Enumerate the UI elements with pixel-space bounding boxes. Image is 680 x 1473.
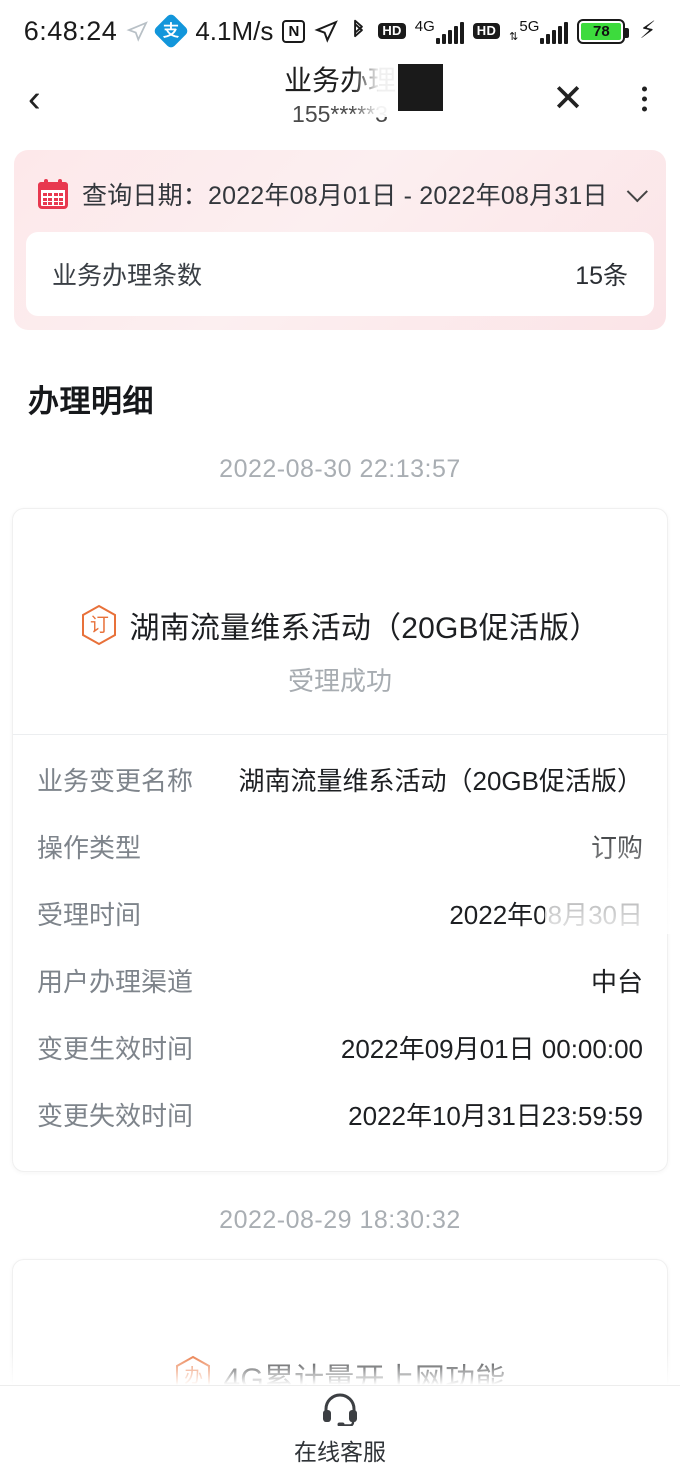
location-arrow-icon <box>314 19 339 44</box>
section-title: 办理明细 <box>28 384 154 419</box>
network-generation-4g: 4G <box>414 17 435 35</box>
detail-row: 变更生效时间 2022年09月01日 00:00:00 <box>37 1009 643 1076</box>
detail-key: 受理时间 <box>37 900 142 930</box>
signal-bars-4g-icon: 4G <box>415 19 464 44</box>
query-filter-panel: 查询日期：2022年08月01日 - 2022年08月31日 业务办理条数 15… <box>14 150 666 330</box>
detail-key: 变更失效时间 <box>37 1101 194 1131</box>
date-range-label: 查询日期：2022年08月01日 - 2022年08月31日 <box>82 182 608 210</box>
record-status: 受理成功 <box>287 666 392 696</box>
detail-value: 订购 <box>590 833 643 863</box>
navigation-arrow-icon <box>126 20 149 43</box>
service-hexagon-glyph: 办 <box>183 1365 203 1387</box>
charging-bolt-icon: ⚡ <box>639 17 657 44</box>
bluetooth-icon <box>348 19 369 43</box>
online-service-label: 在线客服 <box>294 1439 386 1465</box>
record-title-row: 订 湖南流量维系活动（20GB促活版） <box>29 603 651 647</box>
detail-key: 业务变更名称 <box>37 766 194 796</box>
record-card-body: 业务变更名称 湖南流量维系活动（20GB促活版） 操作类型 订购 受理时间 20… <box>13 734 667 1171</box>
page-header: ‹ 业务办理 155*****3 ✕ <box>0 62 680 136</box>
nfc-icon: N <box>282 19 306 43</box>
business-count-card: 业务办理条数 15条 <box>26 232 654 316</box>
close-button[interactable]: ✕ <box>552 80 584 118</box>
online-service-bar[interactable]: 在线客服 <box>0 1385 680 1473</box>
network-generation-5g: 5G <box>519 17 540 35</box>
alipay-glyph: 支 <box>163 20 180 40</box>
record-timestamp: 2022-08-30 22:13:57 <box>219 455 461 483</box>
more-options-icon[interactable] <box>642 86 647 112</box>
headset-icon <box>322 1392 358 1431</box>
redaction-box <box>398 64 443 111</box>
hd-badge-4g-icon: HD <box>378 22 406 40</box>
chevron-down-icon[interactable] <box>626 180 648 202</box>
detail-key: 用户办理渠道 <box>37 967 194 997</box>
business-count-label: 业务办理条数 <box>52 262 203 290</box>
calendar-icon <box>38 179 68 209</box>
detail-value: 中台 <box>590 967 643 997</box>
record-card-header: 订 湖南流量维系活动（20GB促活版） 受理成功 <box>13 509 667 734</box>
battery-icon: 78 <box>577 18 630 44</box>
record-card[interactable]: 订 湖南流量维系活动（20GB促活版） 受理成功 业务变更名称 湖南流量维系活动… <box>12 508 668 1172</box>
detail-key: 变更生效时间 <box>37 1034 194 1064</box>
detail-value: 2022年10月31日23:59:59 <box>348 1101 643 1131</box>
signal-bars-5g-icon: ⇅ 5G <box>509 17 569 44</box>
record-card-header: 办 4G累计量开上网功能 <box>13 1260 667 1398</box>
detail-row: 操作类型 订购 <box>37 808 643 875</box>
detail-row: 用户办理渠道 中台 <box>37 942 643 1009</box>
record-timestamp: 2022-08-29 18:30:32 <box>219 1206 461 1234</box>
detail-value: 2022年09月01日 00:00:00 <box>340 1034 643 1064</box>
detail-row: 受理时间 2022年08月30日 <box>37 875 643 942</box>
detail-row: 业务变更名称 湖南流量维系活动（20GB促活版） <box>37 741 643 808</box>
battery-percent: 78 <box>581 22 622 40</box>
app-root: 6:48:24 支 4.1M/s N HD 4G HD ⇅ 5G 78 ⚡ ‹ … <box>0 0 680 1473</box>
alipay-icon: 支 <box>152 12 190 50</box>
record-name: 湖南流量维系活动（20GB促活版） <box>129 612 600 645</box>
status-bar: 6:48:24 支 4.1M/s N HD 4G HD ⇅ 5G 78 ⚡ <box>0 0 680 62</box>
detail-value: 湖南流量维系活动（20GB促活版） <box>238 766 644 796</box>
order-hexagon-icon: 订 <box>80 604 118 646</box>
business-count-value: 15条 <box>575 262 628 290</box>
data-transfer-icon: ⇅ <box>509 30 518 43</box>
nfc-glyph: N <box>288 22 300 40</box>
detail-key: 操作类型 <box>37 833 142 863</box>
hd-badge-5g-icon: HD <box>472 22 501 40</box>
date-range-selector[interactable]: 查询日期：2022年08月01日 - 2022年08月31日 <box>26 162 654 232</box>
order-hexagon-glyph: 订 <box>89 614 109 636</box>
detail-value: 2022年08月30日 <box>449 900 643 930</box>
network-speed: 4.1M/s <box>195 15 274 46</box>
record-card[interactable]: 办 4G累计量开上网功能 <box>12 1259 668 1399</box>
detail-row: 变更失效时间 2022年10月31日23:59:59 <box>37 1076 643 1143</box>
status-time: 6:48:24 <box>23 15 118 46</box>
